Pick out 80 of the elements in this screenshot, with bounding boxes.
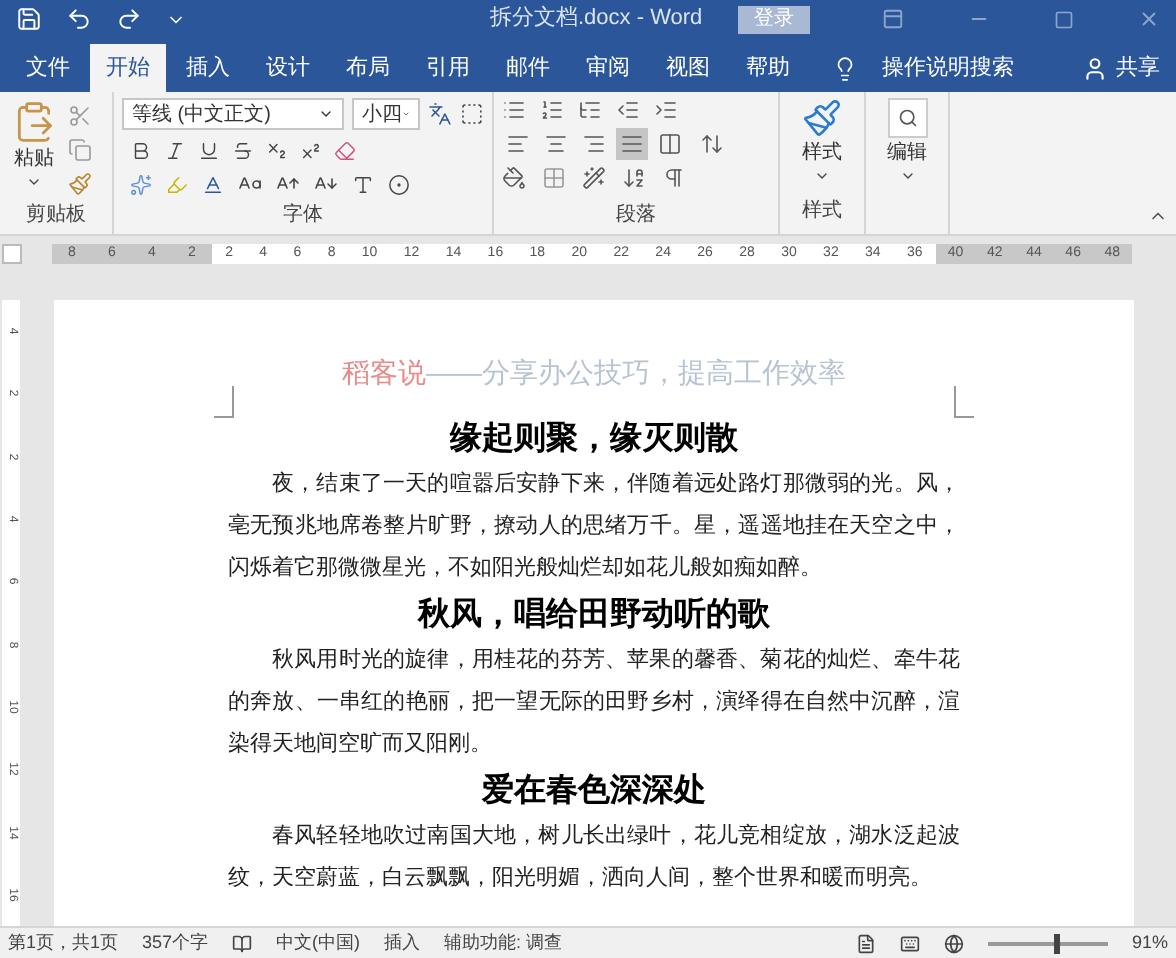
caret-icon [26, 174, 42, 190]
line-spacing-icon[interactable] [700, 132, 724, 156]
editing-button[interactable]: 编辑 [887, 98, 927, 184]
strikethrough-icon[interactable] [232, 140, 254, 162]
lightbulb-icon [832, 55, 858, 81]
group-label: 样式 [802, 200, 842, 222]
format-painter-icon[interactable] [68, 172, 92, 196]
read-mode-icon[interactable] [855, 933, 876, 953]
insert-mode[interactable]: 插入 [384, 929, 421, 957]
body-paragraph: 春风轻轻地吹过南国大地，树儿长出绿叶，花儿竞相绽放，湖水泛起波纹，天空蔚蓝，白云飘飘，阳光明媚，洒向人间，整个世界和暖而明亮。 [228, 821, 960, 894]
ribbon-tab[interactable]: 视图 [650, 44, 726, 92]
language-indicator[interactable]: 中文(中国) [276, 929, 361, 957]
ribbon-tab[interactable]: 文件 [10, 44, 86, 92]
undo-icon[interactable] [66, 6, 92, 32]
justify-icon [620, 132, 644, 156]
ribbon-tab[interactable]: 邮件 [490, 44, 566, 92]
proofing-icon[interactable] [232, 933, 253, 953]
increase-indent-icon[interactable] [654, 98, 678, 122]
sort-icon[interactable] [622, 166, 646, 190]
ribbon-display-icon[interactable] [882, 8, 904, 30]
superscript-icon[interactable] [300, 140, 322, 162]
caret-icon [899, 168, 915, 184]
ribbon-tab[interactable]: 审阅 [570, 44, 646, 92]
show-marks-icon[interactable] [662, 166, 686, 190]
ribbon-tab[interactable]: 帮助 [730, 44, 806, 92]
text-effects-icon[interactable] [130, 173, 152, 195]
character-border-icon[interactable] [460, 102, 484, 126]
close-icon[interactable] [1138, 8, 1160, 30]
numbering-icon[interactable] [540, 98, 564, 122]
document-heading: 缘起则聚，缘灭则散 [447, 419, 740, 460]
search-icon [887, 98, 927, 138]
styles-button[interactable]: 样式 [802, 98, 842, 184]
distributed-button[interactable] [654, 128, 686, 160]
group-label: 段落 [616, 206, 656, 226]
ribbon-tab[interactable]: 布局 [330, 44, 406, 92]
window-title: 拆分文档.docx - Word [490, 3, 703, 35]
ribbon-tab[interactable]: 设计 [250, 44, 326, 92]
accessibility-status[interactable]: 辅助功能: 调查 [444, 929, 563, 957]
align-left-icon [506, 132, 530, 156]
justify-button[interactable] [616, 128, 648, 160]
paste-button[interactable]: 粘贴 [8, 100, 60, 206]
document-heading: 秋风，唱给田野动听的歌 [415, 595, 772, 636]
subscript-icon[interactable] [266, 140, 288, 162]
zoom-slider-thumb[interactable] [1053, 933, 1060, 953]
maximize-icon[interactable] [1054, 9, 1074, 29]
body-paragraph: 夜，结束了一天的喧嚣后安静下来，伴随着远处路灯那微弱的光。风，亳无预兆地席卷整片旷野，撩动人的思绪万千。星，遥遥地挂在天空之中，闪烁着它那微微星光，不如阳光般灿烂却如花儿般如痴如醉。 [228, 469, 960, 584]
clipboard-icon [12, 100, 56, 144]
person-icon [1082, 55, 1108, 81]
align-right-icon [582, 132, 606, 156]
italic-icon[interactable] [164, 140, 186, 162]
font-color-icon[interactable] [202, 173, 224, 195]
group-label: 剪贴板 [26, 206, 86, 226]
bold-icon[interactable] [130, 140, 152, 162]
page-count[interactable]: 第1页，共1页 [8, 929, 119, 957]
zoom-percent[interactable]: 91% [1131, 929, 1168, 957]
underline-icon[interactable] [198, 140, 220, 162]
align-center-icon [544, 132, 568, 156]
eraser-icon[interactable] [334, 140, 356, 162]
decrease-indent-icon[interactable] [616, 98, 640, 122]
ribbon-tab[interactable]: 插入 [170, 44, 246, 92]
web-layout-icon[interactable] [943, 933, 964, 953]
font-size-field[interactable]: 小四 [352, 98, 421, 130]
brush-icon [802, 98, 842, 138]
body-paragraph: 秋风用时光的旋律，用桂花的芬芳、苹果的馨香、菊花的灿烂、牵牛花的奔放、一串红的艳丽，把一望无际的田野乡村，演绎得在自然中沉醉，渲染得天地间空旷而又阳刚。 [228, 645, 960, 760]
ribbon-tab[interactable]: 引用 [410, 44, 486, 92]
tell-me-search[interactable]: 操作说明搜索 [882, 51, 1014, 85]
ribbon-tab[interactable]: 开始 [90, 44, 166, 92]
group-label: 字体 [283, 206, 323, 226]
cut-icon[interactable] [68, 104, 92, 128]
document-heading: 爱在春色深深处 [480, 770, 708, 812]
caret-icon [814, 168, 830, 184]
word-count[interactable]: 357个字 [142, 929, 209, 957]
header-text: 稻客说——分享办公技巧，提高工作效率 [340, 354, 848, 392]
redo-icon[interactable] [116, 6, 142, 32]
share-button[interactable]: 共享 [1116, 51, 1160, 85]
font-name-field[interactable]: 等线 (中文正文) [122, 98, 345, 130]
caret-icon [318, 106, 335, 122]
shading-icon[interactable] [502, 166, 526, 190]
multilevel-list-icon[interactable] [578, 98, 602, 122]
save-icon[interactable] [16, 6, 42, 32]
